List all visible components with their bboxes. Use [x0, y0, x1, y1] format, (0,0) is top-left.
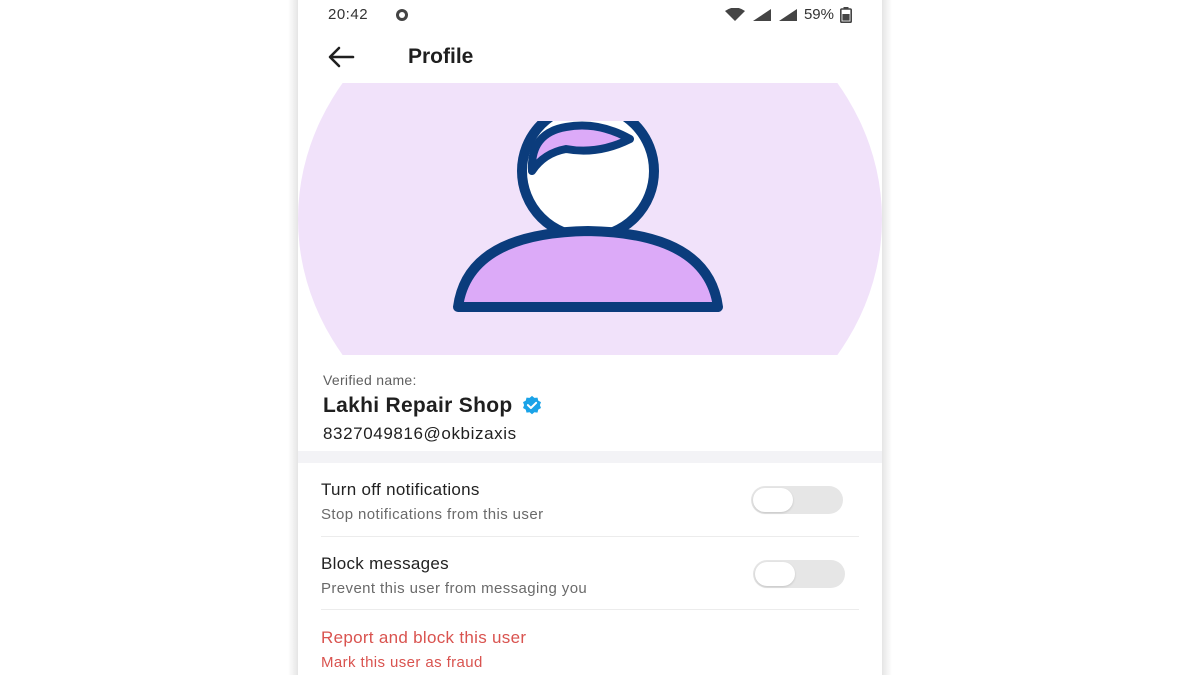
- name-row: Lakhi Repair Shop: [323, 394, 863, 418]
- status-bar: 20:42 59%: [298, 0, 882, 30]
- report-block-subtitle: Mark this user as fraud: [321, 654, 483, 671]
- report-block-title: Report and block this user: [321, 628, 527, 647]
- signal-icon: [752, 8, 771, 21]
- verified-name-caption: Verified name:: [323, 372, 417, 388]
- report-block-action[interactable]: Report and block this user Mark this use…: [321, 628, 861, 671]
- profile-hero: [298, 83, 882, 355]
- settings-dot-icon: [396, 9, 408, 21]
- person-avatar-icon: [453, 121, 723, 312]
- block-messages-toggle[interactable]: [753, 560, 845, 588]
- section-divider: [298, 451, 882, 463]
- toggle-knob: [755, 562, 795, 586]
- screen-right-edge: [882, 0, 892, 675]
- toggle-knob: [753, 488, 793, 512]
- row-divider: [321, 536, 859, 537]
- battery-percent: 59%: [803, 6, 834, 23]
- phone-screen: 20:42 59% Profile Verified name: Lakhi R…: [298, 0, 882, 675]
- status-time: 20:42: [328, 6, 369, 23]
- app-bar: Profile: [298, 32, 882, 82]
- status-icons: 59%: [724, 6, 852, 23]
- wifi-icon: [724, 7, 745, 21]
- page-title: Profile: [408, 45, 474, 68]
- profile-info: Verified name: Lakhi Repair Shop 8327049…: [323, 372, 863, 444]
- upi-id: 8327049816@okbizaxis: [323, 424, 517, 443]
- verified-badge-icon: [523, 395, 542, 415]
- arrow-left-icon[interactable]: [326, 44, 356, 70]
- merchant-name: Lakhi Repair Shop: [323, 394, 513, 417]
- screen-left-edge: [288, 0, 298, 675]
- notifications-toggle[interactable]: [751, 486, 843, 514]
- row-divider: [321, 609, 859, 610]
- signal-icon: [778, 8, 797, 21]
- battery-icon: [840, 6, 852, 23]
